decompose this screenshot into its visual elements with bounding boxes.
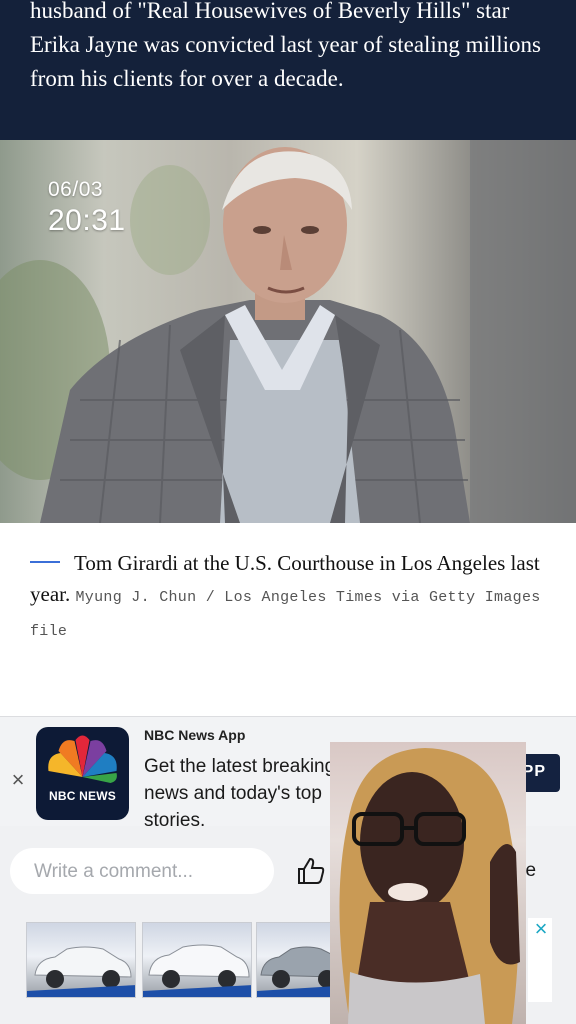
photo-credit: Myung J. Chun / Los Angeles Times via Ge… bbox=[30, 589, 541, 640]
photo-timestamp: 06/03 20:31 bbox=[48, 178, 126, 238]
promo-close-icon[interactable]: × bbox=[8, 767, 28, 793]
nbc-news-logo[interactable]: NBC NEWS bbox=[36, 727, 129, 820]
promo-description: Get the latest breaking news and today's… bbox=[144, 756, 336, 831]
logo-wordmark: NBC NEWS bbox=[49, 789, 116, 803]
creator-video-frame bbox=[339, 748, 520, 1024]
timestamp-time: 20:31 bbox=[48, 204, 126, 237]
ad-car-thumbnail[interactable] bbox=[142, 922, 252, 998]
article-summary-band: husband of "Real Housewives of Beverly H… bbox=[0, 0, 576, 140]
ad-close-icon[interactable]: × bbox=[530, 918, 552, 940]
thumbs-up-icon[interactable] bbox=[296, 856, 326, 886]
car-image bbox=[257, 946, 335, 997]
caption-accent-rule bbox=[30, 561, 60, 564]
photo-caption: Tom Girardi at the U.S. Courthouse in Lo… bbox=[30, 548, 550, 647]
nbc-peacock-icon bbox=[48, 735, 117, 783]
ad-car-thumbnail[interactable] bbox=[256, 922, 336, 998]
car-image bbox=[143, 944, 251, 997]
creator-video-overlay[interactable] bbox=[330, 742, 526, 1024]
promo-app-name: NBC News App bbox=[144, 727, 246, 743]
timestamp-date: 06/03 bbox=[48, 178, 104, 201]
car-image bbox=[27, 946, 135, 997]
ad-car-thumbnail[interactable] bbox=[26, 922, 136, 998]
comment-input[interactable]: Write a comment... bbox=[10, 848, 274, 894]
article-summary-text: husband of "Real Housewives of Beverly H… bbox=[30, 0, 541, 91]
article-photo[interactable]: 06/03 20:31 bbox=[0, 140, 576, 523]
